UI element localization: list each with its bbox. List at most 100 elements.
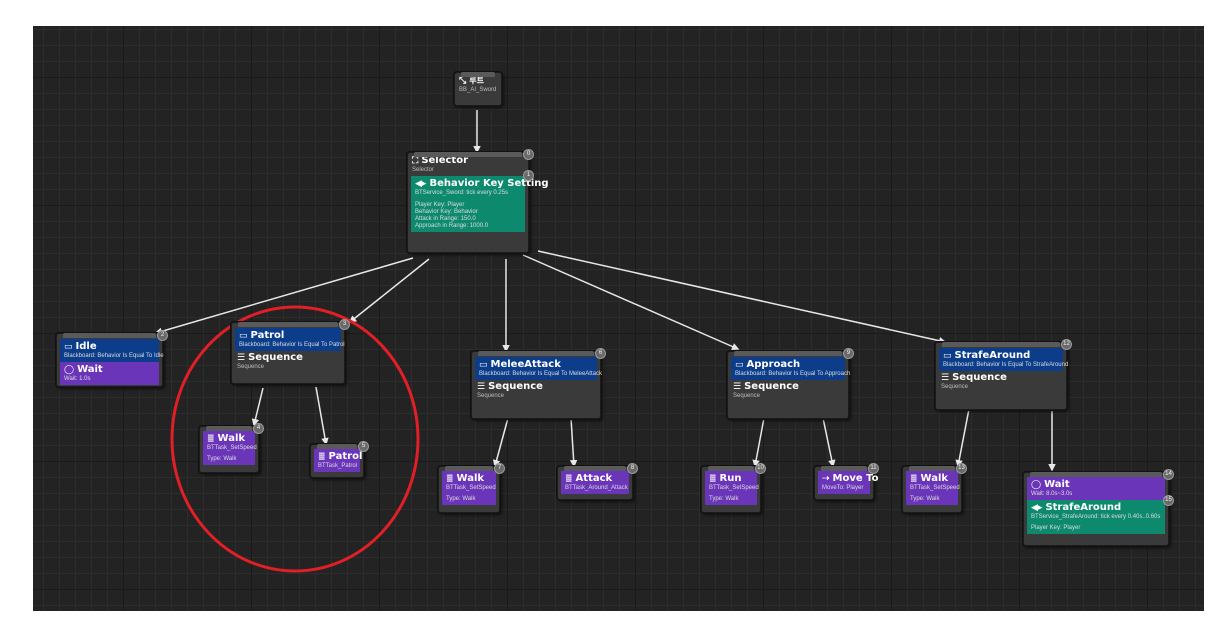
strafe-wait-title: Wait [1044, 479, 1070, 490]
melee-attack-task[interactable]: ≣ Attack BTTask_Around_Attack [561, 471, 629, 494]
blackboard-decorator-icon: ▭ [64, 342, 73, 352]
task-icon: ≣ [446, 474, 454, 484]
walk-detail: Type: Walk [207, 456, 237, 462]
root-title: 루트 [469, 76, 484, 85]
approach-decorator[interactable]: ▭ Approach Blackboard: Behavior Is Equal … [731, 357, 851, 380]
wait-icon: ◯ [64, 365, 75, 375]
strafe-wait-node[interactable]: 14 ◯ Wait Wait: 8.0s~3.0s 15 ◀▸ StrafeArou… [1023, 469, 1174, 546]
melee-decorator[interactable]: ▭ MeleeAttack Blackboard: Behavior Is Equ… [475, 357, 602, 380]
patrol-task[interactable]: ≣ Patrol BTTask_Patrol [314, 449, 362, 472]
approach-run-task-node[interactable]: 10 ≣ Run BTTask_SetSpeed Type: Walk [701, 463, 766, 513]
strafe-walk-task[interactable]: ≣ Walk BTTask_SetSpeed Type: Walk [906, 471, 960, 505]
patrol-walk-task[interactable]: ≣ Walk BTTask_SetSpeed Type: Walk [203, 431, 257, 465]
patrol-task-desc: BTTask_Patrol [318, 463, 358, 469]
patrol-task-node[interactable]: 5 ≣ Patrol BTTask_Patrol [310, 441, 369, 478]
blackboard-decorator-icon: ▭ [943, 351, 952, 361]
service-detail-approach-range: Approach in Range: 1000.0 [415, 223, 489, 229]
task-icon: ≣ [207, 434, 215, 444]
service-icon: ◀▸ [1031, 503, 1043, 513]
sequence-icon: ☰ [477, 382, 486, 392]
moveto-desc: MoveTo: Player [822, 485, 864, 491]
index-badge: 0 [523, 149, 534, 160]
index-badge: 9 [843, 348, 854, 359]
sequence-icon: ☰ [733, 382, 742, 392]
index-badge: 4 [253, 423, 264, 434]
melee-sequence-node[interactable]: 6 ▭ MeleeAttack Blackboard: Behavior Is E… [471, 348, 606, 419]
index-badge: 10 [755, 463, 766, 474]
strafe-walk-title: Walk [920, 473, 949, 484]
walk-title: Walk [217, 433, 246, 444]
run-title: Run [719, 473, 742, 484]
melee-decorator-title: MeleeAttack [490, 359, 561, 370]
strafe-decorator[interactable]: ▭ StrafeAround Blackboard: Behavior Is Eq… [939, 348, 1069, 371]
strafe-decorator-title: StrafeAround [954, 350, 1031, 361]
melee-walk-desc: BTTask_SetSpeed [446, 485, 496, 491]
index-badge: 7 [494, 463, 505, 474]
approach-sequence-node[interactable]: 9 ▭ Approach Blackboard: Behavior Is Equa… [727, 348, 854, 419]
patrol-decorator-title: Patrol [250, 330, 285, 341]
blackboard-decorator-icon: ▭ [239, 331, 248, 341]
patrol-decorator-desc: Blackboard: Behavior Is Equal To Patrol [239, 342, 345, 348]
strafe-walk-detail: Type: Walk [910, 496, 940, 502]
selector-node[interactable]: 0 ⛶ Selector Selector 1 ◀▸ Behavior Key Se… [407, 149, 549, 253]
strafe-wait-task[interactable]: ◯ Wait Wait: 8.0s~3.0s [1027, 477, 1165, 500]
strafe-service-detail: Player Key: Player [1031, 525, 1081, 531]
wire-approach-moveto [822, 417, 836, 468]
blackboard-decorator-icon: ▭ [479, 360, 488, 370]
melee-walk-task[interactable]: ≣ Walk BTTask_SetSpeed Type: Walk [442, 471, 496, 505]
melee-walk-task-node[interactable]: 7 ≣ Walk BTTask_SetSpeed Type: Walk [438, 463, 505, 513]
index-badge: 6 [595, 348, 606, 359]
patrol-decorator[interactable]: ▭ Patrol Blackboard: Behavior Is Equal To… [235, 328, 345, 351]
strafe-wait-desc: Wait: 8.0s~3.0s [1031, 491, 1073, 497]
wait-desc: Wait: 1.0s [64, 376, 91, 382]
melee-attack-task-node[interactable]: 8 ≣ Attack BTTask_Around_Attack [557, 463, 638, 500]
wait-title: Wait [77, 364, 103, 375]
blackboard-decorator-icon: ▭ [735, 360, 744, 370]
task-icon: ≣ [565, 474, 573, 484]
behavior-tree-graph[interactable]: ⤡ 루트 BB_AI_Sword 0 ⛶ Selector Selector 1 ◀… [33, 26, 1204, 611]
strafe-sequence-node[interactable]: 12 ▭ StrafeAround Blackboard: Behavior Is… [935, 339, 1072, 410]
melee-sequence-desc: Sequence [477, 393, 505, 399]
strafe-sequence-title: Sequence [952, 372, 1007, 383]
run-desc: BTTask_SetSpeed [709, 485, 759, 491]
service-detail-attack-range: Attack in Range: 150.0 [415, 216, 476, 222]
root-node[interactable]: ⤡ 루트 BB_AI_Sword [454, 72, 502, 106]
approach-decorator-desc: Blackboard: Behavior Is Equal To Approac… [735, 371, 851, 377]
idle-decorator[interactable]: ▭ Idle Blackboard: Behavior Is Equal To I… [60, 339, 164, 362]
index-badge: 14 [1163, 469, 1174, 480]
strafe-decorator-desc: Blackboard: Behavior Is Equal To StrafeA… [943, 362, 1069, 368]
patrol-sequence-node[interactable]: 3 ▭ Patrol Blackboard: Behavior Is Equal … [231, 319, 350, 384]
strafe-sequence-desc: Sequence [941, 384, 969, 390]
index-badge: 1 [523, 170, 534, 181]
melee-walk-title: Walk [456, 473, 485, 484]
attack-title: Attack [575, 473, 613, 484]
index-badge: 2 [157, 330, 168, 341]
index-badge: 15 [1163, 495, 1174, 506]
approach-moveto-task-node[interactable]: 11 ⇢ Move To MoveTo: Player [814, 463, 879, 500]
idle-wait-node[interactable]: 2 ▭ Idle Blackboard: Behavior Is Equal To… [56, 330, 168, 387]
strafe-service-desc: BTService_StrafeAround: tick every 0.40s… [1031, 514, 1161, 520]
task-icon: ≣ [910, 474, 918, 484]
index-badge: 8 [627, 463, 638, 474]
wire-melee-attack [569, 417, 578, 468]
move-to-icon: ⇢ [822, 474, 830, 484]
patrol-sequence-desc: Sequence [237, 364, 265, 370]
approach-run-task[interactable]: ≣ Run BTTask_SetSpeed Type: Walk [705, 471, 759, 505]
strafe-around-service[interactable]: 15 ◀▸ StrafeAround BTService_StrafeAround… [1027, 495, 1174, 534]
strafe-walk-task-node[interactable]: 13 ≣ Walk BTTask_SetSpeed Type: Walk [902, 463, 967, 513]
service-detail-player-key: Player Key: Player [415, 202, 465, 208]
service-detail-behavior-key: Behavior Key: Behavior [415, 209, 478, 215]
sequence-icon: ☰ [941, 373, 950, 383]
approach-moveto-task[interactable]: ⇢ Move To MoveTo: Player [818, 471, 879, 494]
wire-approach-run [752, 417, 765, 468]
idle-wait-task[interactable]: ◯ Wait Wait: 1.0s [60, 362, 159, 385]
melee-decorator-desc: Blackboard: Behavior Is Equal To MeleeAt… [479, 371, 602, 377]
behavior-key-setting-service[interactable]: 1 ◀▸ Behavior Key Setting BTService_Sword… [411, 170, 549, 232]
idle-desc: Blackboard: Behavior Is Equal To Idle [64, 353, 164, 359]
walk-desc: BTTask_SetSpeed [207, 445, 257, 451]
run-detail: Type: Walk [709, 496, 739, 502]
index-badge: 11 [868, 463, 879, 474]
root-blackboard: BB_AI_Sword [459, 87, 497, 93]
patrol-walk-task-node[interactable]: 4 ≣ Walk BTTask_SetSpeed Type: Walk [199, 423, 264, 473]
approach-decorator-title: Approach [746, 359, 801, 370]
